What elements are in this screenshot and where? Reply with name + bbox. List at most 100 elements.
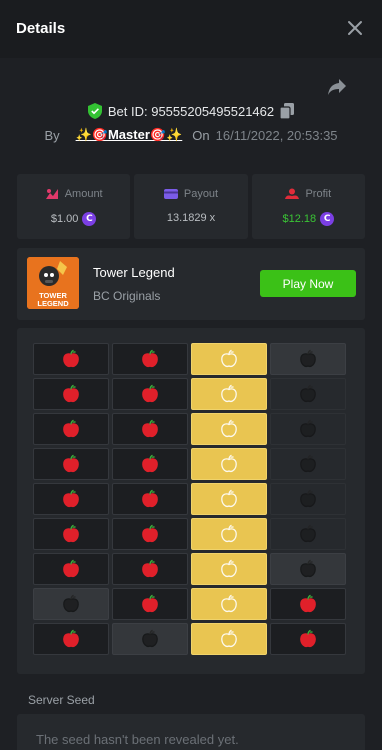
stat-amount-value: $1.00 [50, 213, 79, 225]
amount-icon [45, 189, 58, 199]
apple-icon [63, 454, 79, 473]
apple-tile [112, 483, 188, 515]
game-name[interactable]: Tower Legend [93, 265, 175, 280]
share-icon[interactable] [327, 78, 347, 96]
apple-tile [270, 623, 346, 655]
apple-icon [300, 629, 316, 648]
game-thumbnail[interactable]: TOWER LEGEND [27, 257, 79, 309]
tower-board [17, 328, 365, 674]
gold-tile [191, 588, 267, 620]
apple-tile [33, 448, 109, 480]
bomb-icon [63, 594, 79, 613]
apple-tile [112, 343, 188, 375]
server-seed-value: The seed hasn't been revealed yet. [36, 732, 239, 747]
stat-payout-label: Payout [183, 188, 219, 200]
apple-tile [112, 518, 188, 550]
gold-apple-icon [221, 489, 237, 508]
hidden-bomb-tile [270, 553, 346, 585]
gold-tile [191, 518, 267, 550]
gold-tile [191, 378, 267, 410]
apple-icon [142, 419, 158, 438]
gold-apple-icon [221, 454, 237, 473]
apple-icon [63, 489, 79, 508]
server-seed-label: Server Seed [28, 693, 95, 707]
apple-tile [33, 483, 109, 515]
by-label: By [44, 127, 60, 143]
apple-icon [142, 524, 158, 543]
hidden-bomb-tile [112, 623, 188, 655]
gold-tile [191, 623, 267, 655]
gold-apple-icon [221, 524, 237, 543]
apple-tile [33, 553, 109, 585]
username-link[interactable]: ✨🎯Master🎯✨ [76, 127, 183, 143]
apple-tile [33, 378, 109, 410]
hidden-bomb-tile [270, 343, 346, 375]
apple-icon [63, 384, 79, 403]
server-seed-field: The seed hasn't been revealed yet. [17, 714, 365, 750]
apple-tile [112, 378, 188, 410]
gold-apple-icon [221, 629, 237, 648]
play-now-button[interactable]: Play Now [260, 270, 356, 297]
apple-icon [142, 384, 158, 403]
apple-tile [112, 588, 188, 620]
hidden-bomb-tile [270, 518, 346, 550]
payout-icon [163, 189, 178, 199]
apple-icon [142, 454, 158, 473]
stat-amount-label: Amount [64, 188, 103, 200]
apple-icon [63, 629, 79, 648]
gold-apple-icon [221, 349, 237, 368]
tower-legend-logo: TOWER LEGEND [27, 257, 79, 309]
on-label: On [192, 127, 210, 143]
hidden-bomb-tile [33, 588, 109, 620]
apple-icon [63, 349, 79, 368]
apple-icon [63, 524, 79, 543]
gold-tile [191, 448, 267, 480]
hidden-bomb-tile [270, 378, 346, 410]
close-icon[interactable] [344, 17, 366, 39]
apple-tile [112, 553, 188, 585]
bomb-icon [300, 419, 316, 438]
bet-id: Bet ID: 95555205495521462 [107, 103, 275, 119]
hidden-bomb-tile [270, 483, 346, 515]
apple-icon [63, 419, 79, 438]
game-card: TOWER LEGEND Tower Legend BC Originals P… [17, 248, 365, 320]
apple-tile [33, 623, 109, 655]
apple-tile [112, 413, 188, 445]
bomb-icon [300, 524, 316, 543]
apple-tile [33, 343, 109, 375]
gold-tile [191, 553, 267, 585]
gold-tile [191, 483, 267, 515]
apple-tile [33, 413, 109, 445]
bomb-icon [300, 454, 316, 473]
bomb-icon [300, 384, 316, 403]
gold-apple-icon [221, 559, 237, 578]
coin-icon: C [320, 212, 335, 226]
apple-icon [142, 559, 158, 578]
stat-payout-value: 13.1829 x [166, 212, 216, 224]
copy-icon[interactable] [280, 103, 295, 119]
gold-tile [191, 413, 267, 445]
game-provider: BC Originals [93, 289, 161, 303]
shield-check-icon [87, 103, 102, 119]
bomb-icon [300, 489, 316, 508]
apple-icon [142, 349, 158, 368]
bet-stats: Amount $1.00 C Payout 13.1829 x Profit $… [17, 174, 365, 239]
apple-tile [270, 588, 346, 620]
apple-icon [142, 594, 158, 613]
bet-id-row: Bet ID: 95555205495521462 [0, 103, 382, 119]
hidden-bomb-tile [270, 413, 346, 445]
stat-payout: Payout 13.1829 x [134, 174, 248, 239]
bomb-icon [300, 349, 316, 368]
modal-header: Details [0, 0, 382, 58]
profit-icon [285, 188, 300, 199]
modal-title: Details [16, 20, 66, 37]
tower-grid [33, 343, 346, 655]
apple-icon [142, 489, 158, 508]
gold-tile [191, 343, 267, 375]
stat-profit-label: Profit [305, 188, 332, 200]
stat-profit: Profit $12.18 C [251, 174, 365, 239]
apple-tile [112, 448, 188, 480]
gold-apple-icon [221, 384, 237, 403]
bomb-icon [300, 559, 316, 578]
bet-date: 16/11/2022, 20:53:35 [215, 127, 338, 143]
